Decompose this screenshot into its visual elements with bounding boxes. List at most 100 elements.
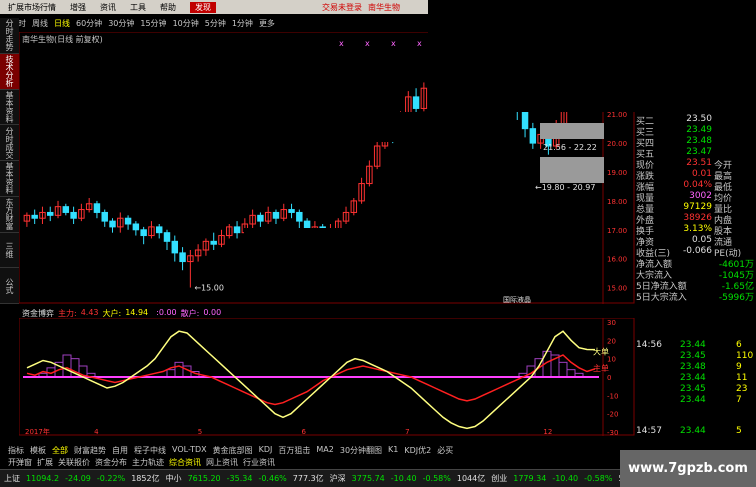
indicator-tab[interactable]: KDJ <box>259 445 273 456</box>
menu-item[interactable]: 发现 <box>190 1 216 13</box>
indicator-tab[interactable]: 程子中线 <box>134 445 166 456</box>
event-tag: 国际液晶 <box>503 295 531 304</box>
price-tick-label: 15.00 <box>607 285 627 293</box>
period-tab[interactable]: 60分钟 <box>76 18 102 29</box>
indicator-tick-label: -30 <box>607 429 618 436</box>
stat-value: 97129 <box>683 202 712 212</box>
indicator-tick-label: 20 <box>607 337 616 345</box>
indicator-chart[interactable]: 30 20 10 0 -10 -20 -30 大单主单 2017年 4 5 6 7 12 <box>19 318 635 436</box>
quote-row: 净资 0.05 流通 <box>634 235 756 248</box>
period-tab[interactable]: 15分钟 <box>140 18 166 29</box>
index-quote: 3775.74 <box>351 474 385 483</box>
indicator-tab[interactable]: 财富趋势 <box>74 445 106 456</box>
candle-body <box>101 211 108 222</box>
quote-row: 换手 3.13% 股本 <box>634 224 756 237</box>
left-tab[interactable]: 公式 <box>0 268 19 304</box>
index-quote: -0.22% <box>96 474 126 483</box>
info-tab[interactable]: 行业资讯 <box>243 457 275 468</box>
menu-item[interactable]: 帮助 <box>160 2 176 13</box>
index-quote: -10.40 <box>390 474 417 483</box>
indicator-tab[interactable]: 自用 <box>112 445 128 456</box>
menu-bar: 扩展市场行情 增强 资讯 工具 帮助 发现 交易未登录 南华生物 <box>0 0 428 14</box>
redaction-band <box>212 112 512 142</box>
info-tabs: 开弹窗 扩展 关联报价 资金分布 主力轨迹 综合资讯 网上资讯 行业资讯 <box>0 457 634 468</box>
indicator-tab[interactable]: 30分钟翻图 <box>340 445 382 456</box>
promo-link[interactable]: 交易未登录 <box>322 2 362 13</box>
info-tab[interactable]: 开弹窗 <box>8 457 32 468</box>
indicator-tab[interactable]: 必买 <box>437 445 453 456</box>
tick-row: 23.48 9 <box>634 362 756 373</box>
tick-row: 23.45 23 <box>634 384 756 395</box>
quote-panel: 买二 23.50 买三 23.49 买四 23.48 买五 23.47 现价 23.51 今开 涨跌 0… <box>634 112 756 342</box>
menu-item[interactable]: 资讯 <box>100 2 116 13</box>
left-tab[interactable]: 技术分析 <box>0 53 19 90</box>
period-tab[interactable]: 1分钟 <box>232 18 253 29</box>
menu-item[interactable]: 工具 <box>130 2 146 13</box>
period-tab[interactable]: 更多 <box>259 18 275 29</box>
tick-price: 23.45 <box>680 351 706 361</box>
stat-value: 3.13% <box>683 224 712 234</box>
period-tab[interactable]: 日线 <box>54 18 70 29</box>
site-watermark: www.7gpzb.com <box>620 450 756 487</box>
tick-row: 23.44 11 <box>634 373 756 384</box>
candle-body <box>210 240 217 245</box>
candle-body <box>296 211 303 222</box>
flow-label: 5日大宗流入 <box>636 293 687 303</box>
index-quote: 上证 <box>4 474 20 483</box>
info-tab[interactable]: 网上资讯 <box>206 457 238 468</box>
indicator-tab[interactable]: MA2 <box>316 445 333 456</box>
menu-item[interactable]: 增强 <box>70 2 86 13</box>
period-tab[interactable]: 10分钟 <box>173 18 199 29</box>
series-legend: 大单 <box>593 346 609 356</box>
left-tab[interactable]: 基本资料 <box>0 161 19 197</box>
stat-value: 23.51 <box>686 158 712 168</box>
candle-body <box>171 240 179 254</box>
menu-item[interactable]: 扩展市场行情 <box>8 2 56 13</box>
money-flow-row: 5日大宗流入 -5996万 <box>634 290 756 303</box>
flow-value: -5996万 <box>718 293 754 303</box>
chart-title: 南华生物(日线 前复权) <box>22 35 103 44</box>
series-legend: 主单 <box>593 363 609 373</box>
quote-row: 买二 23.50 <box>634 114 756 127</box>
left-tab[interactable]: 分时成交 <box>0 125 19 161</box>
index-quote: 沪深 <box>329 474 346 483</box>
left-tab[interactable]: 分时走势 <box>0 18 19 54</box>
promo-stock-name[interactable]: 南华生物 <box>368 2 400 13</box>
left-tab[interactable]: 东方财富 <box>0 196 19 233</box>
indicator-bar <box>62 354 72 378</box>
left-tab[interactable]: 基本资料 <box>0 89 19 126</box>
date-tick-label: 7 <box>405 428 409 436</box>
period-tab[interactable]: 5分钟 <box>205 18 226 29</box>
index-quote: -0.58% <box>422 474 451 483</box>
stat-value: 38926 <box>683 213 712 223</box>
period-tab[interactable]: 30分钟 <box>108 18 134 29</box>
indicator-tab[interactable]: 指标 <box>8 445 24 456</box>
info-tab[interactable]: 资金分布 <box>95 457 127 468</box>
indicator-tab[interactable]: 模板 <box>30 445 46 456</box>
money-flow-row: 大宗流入 -1045万 <box>634 268 756 281</box>
range-label: 21.56 - 22.22 <box>543 143 597 152</box>
info-tab[interactable]: 扩展 <box>37 457 53 468</box>
indicator-tab[interactable]: KDJ优2 <box>404 445 431 456</box>
info-tab[interactable]: 关联报价 <box>58 457 90 468</box>
candle-body <box>179 252 186 263</box>
indicator-tab[interactable]: VOL-TDX <box>172 445 207 456</box>
price-tick-label: 17.00 <box>607 227 627 235</box>
candle-body <box>412 96 420 109</box>
index-quote: -35.34 <box>226 474 253 483</box>
tick-price: 23.45 <box>680 384 706 394</box>
info-tab[interactable]: 综合资讯 <box>169 457 201 468</box>
indicator-tab[interactable]: 全部 <box>52 445 68 456</box>
candle-body <box>529 128 537 144</box>
indicator-tab[interactable]: K1 <box>388 445 398 456</box>
indicator-tab[interactable]: 黄金底部图 <box>213 445 253 456</box>
info-tab[interactable]: 主力轨迹 <box>132 457 164 468</box>
left-tab[interactable]: 三维 <box>0 232 19 269</box>
quote-row: 现量 3002 均价 <box>634 191 756 204</box>
index-quote: -24.09 <box>65 474 91 483</box>
stat-value: 3002 <box>689 191 712 201</box>
period-tab[interactable]: 周线 <box>32 18 48 29</box>
indicator-tab[interactable]: 百万狙击 <box>278 445 310 456</box>
stat-value: 0.04% <box>683 180 712 190</box>
index-quote: -10.40 <box>552 474 579 483</box>
